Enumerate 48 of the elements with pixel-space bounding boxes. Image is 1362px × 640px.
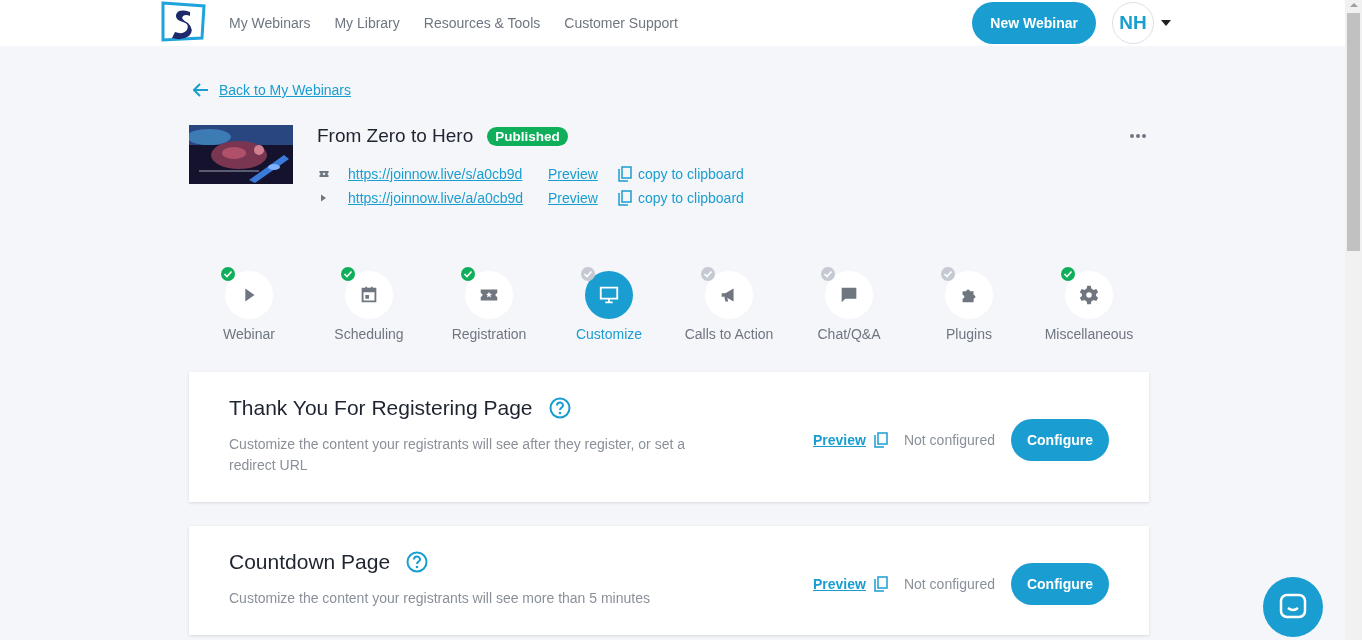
configure-button[interactable]: Configure [1011, 562, 1109, 605]
step-label: Customize [575, 326, 643, 342]
configure-button[interactable]: Configure [1011, 419, 1109, 461]
step-label: Chat/Q&A [817, 326, 881, 342]
copy-icon [618, 165, 632, 182]
monitor-icon [598, 284, 620, 306]
card-title: Thank You For Registering Page [229, 396, 533, 420]
nav-link[interactable]: Customer Support [564, 15, 678, 31]
caret-icon[interactable] [1161, 20, 1171, 26]
step-label: Scheduling [334, 326, 404, 342]
status-text: Not configured [903, 575, 995, 592]
preview-link[interactable]: Preview [813, 432, 866, 448]
preview-link[interactable]: Preview [548, 189, 598, 206]
step-label: Webinar [223, 326, 275, 342]
webinar-title: From Zero to Hero [317, 125, 474, 147]
copy-icon [618, 189, 632, 206]
help-icon[interactable] [548, 397, 571, 419]
step-label: Plugins [946, 326, 992, 342]
copy-link[interactable]: copy to clipboard [638, 165, 744, 182]
chat-icon [1279, 593, 1307, 621]
status-badge: Published [487, 126, 568, 146]
nav-link[interactable]: My Webinars [229, 15, 311, 31]
copy-icon [873, 432, 888, 448]
status-text: Not configured [903, 432, 995, 448]
step-label: Registration [451, 326, 527, 342]
nav-link[interactable]: Resources & Tools [423, 15, 541, 31]
preview-link[interactable]: Preview [813, 575, 866, 592]
webinar-url-link[interactable]: https://joinnow.live/a/a0cb9d [348, 189, 524, 206]
new-webinar-button[interactable]: New Webinar [972, 2, 1096, 44]
more-options-icon[interactable] [1130, 134, 1146, 138]
user-avatar[interactable]: NH [1112, 2, 1154, 44]
step-label: Calls to Action [684, 326, 774, 342]
back-link[interactable]: Back to My Webinars [219, 82, 351, 98]
card-description: Customize the content your registrants will see after they register, or set a redirect URL [229, 435, 686, 475]
back-arrow-icon[interactable] [193, 83, 209, 97]
preview-link[interactable]: Preview [548, 165, 598, 182]
copy-link[interactable]: copy to clipboard [638, 189, 744, 206]
chat-launcher-button[interactable] [1263, 577, 1323, 637]
copy-icon [873, 575, 888, 592]
card-description: Customize the content your registrants will see more than 5 minutes [229, 589, 651, 608]
nav-link[interactable]: My Library [334, 15, 400, 31]
scroll-up-icon[interactable] [1348, 0, 1359, 10]
gear-icon [1078, 284, 1100, 306]
card-title: Countdown Page [229, 550, 391, 574]
scrollbar[interactable] [1345, 0, 1362, 640]
webinar-url-link[interactable]: https://joinnow.live/s/a0cb9d [348, 165, 523, 182]
help-icon[interactable] [406, 551, 429, 573]
step-label: Miscellaneous [1044, 326, 1134, 342]
